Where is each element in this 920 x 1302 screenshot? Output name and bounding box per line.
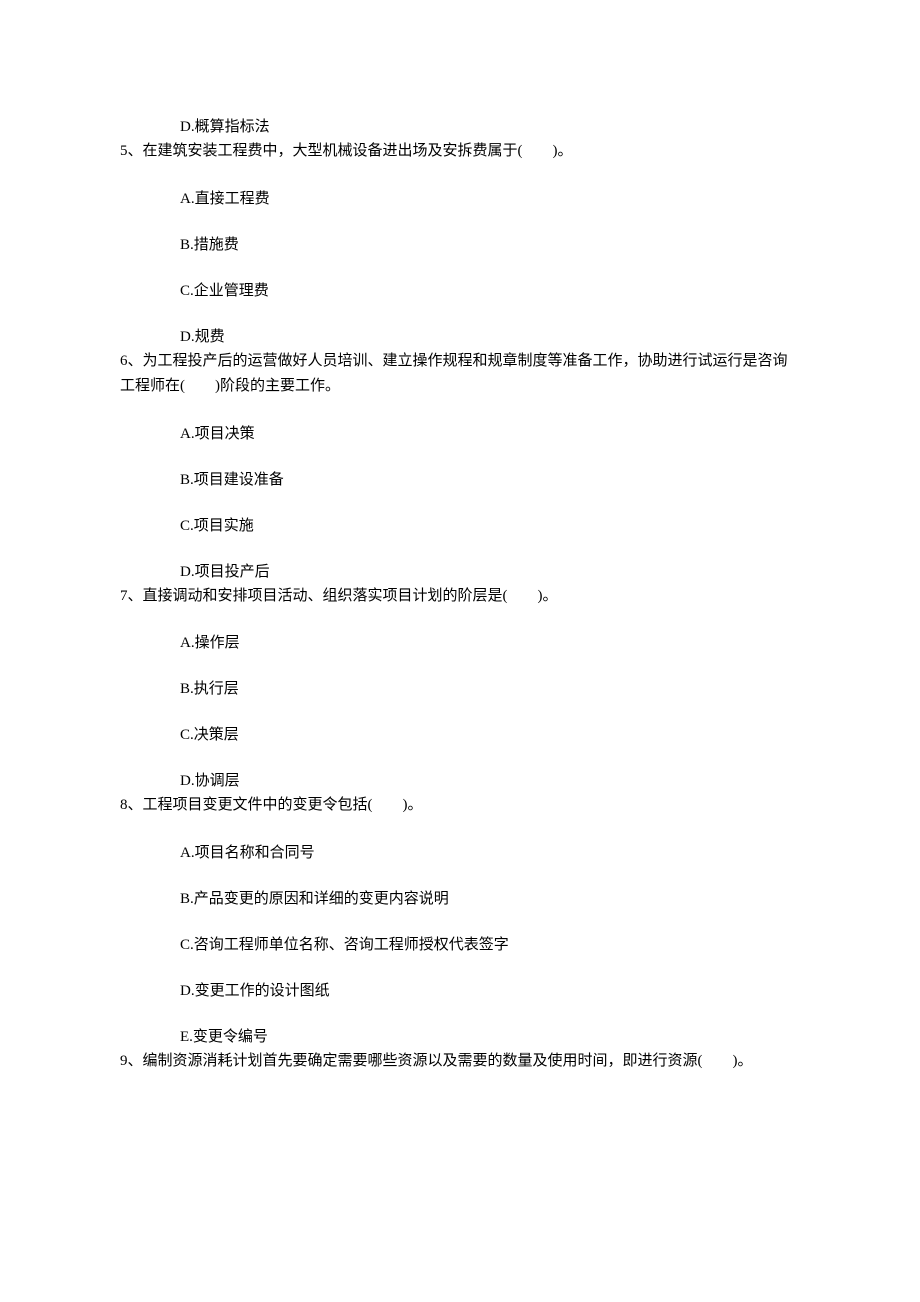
- q6-option-d: D.项目投产后: [120, 560, 800, 584]
- q5-option-a: A.直接工程费: [120, 187, 800, 211]
- q5-option-b: B.措施费: [120, 233, 800, 257]
- q8-option-a: A.项目名称和合同号: [120, 841, 800, 865]
- q4-option-d: D.概算指标法: [120, 115, 800, 139]
- q5-option-d: D.规费: [120, 325, 800, 349]
- q8-text: 8、工程项目变更文件中的变更令包括( )。: [120, 793, 800, 819]
- q5-option-c: C.企业管理费: [120, 279, 800, 303]
- q8-option-e: E.变更令编号: [120, 1025, 800, 1049]
- q9-text: 9、编制资源消耗计划首先要确定需要哪些资源以及需要的数量及使用时间，即进行资源(…: [120, 1049, 800, 1075]
- q6-text: 6、为工程投产后的运营做好人员培训、建立操作规程和规章制度等准备工作，协助进行试…: [120, 349, 800, 400]
- q5-text: 5、在建筑安装工程费中，大型机械设备进出场及安拆费属于( )。: [120, 139, 800, 165]
- q7-option-b: B.执行层: [120, 677, 800, 701]
- q6-option-b: B.项目建设准备: [120, 468, 800, 492]
- q7-option-a: A.操作层: [120, 631, 800, 655]
- q7-option-c: C.决策层: [120, 723, 800, 747]
- q7-text: 7、直接调动和安排项目活动、组织落实项目计划的阶层是( )。: [120, 584, 800, 610]
- q7-option-d: D.协调层: [120, 769, 800, 793]
- q6-option-a: A.项目决策: [120, 422, 800, 446]
- q6-option-c: C.项目实施: [120, 514, 800, 538]
- q8-option-c: C.咨询工程师单位名称、咨询工程师授权代表签字: [120, 933, 800, 957]
- q8-option-b: B.产品变更的原因和详细的变更内容说明: [120, 887, 800, 911]
- q8-option-d: D.变更工作的设计图纸: [120, 979, 800, 1003]
